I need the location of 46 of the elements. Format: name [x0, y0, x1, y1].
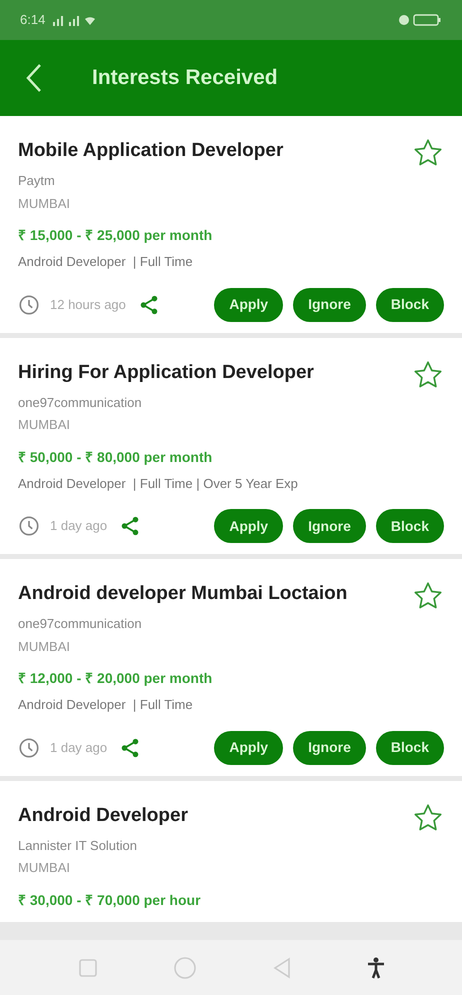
action-button[interactable]: Apply: [214, 509, 284, 543]
battery-icon: [398, 14, 442, 26]
clock-icon: [18, 736, 40, 758]
job-tags: Android Developer | Full Time | Over 5 Year Exp: [18, 474, 444, 493]
job-tags: Android Developer | Full Time: [18, 695, 444, 714]
salary-range: ₹ 15,000 - ₹ 25,000 per month: [18, 226, 214, 245]
star-icon[interactable]: [412, 358, 444, 390]
salary-range: ₹ 12,000 - ₹ 20,000 per month: [18, 669, 214, 688]
company-name: Paytm: [18, 172, 56, 190]
company-name: Lannister IT Solution: [18, 836, 138, 854]
status-time: 6:14: [20, 11, 46, 30]
job-title: Mobile Application Developer: [18, 139, 284, 163]
action-button[interactable]: Ignore: [293, 730, 366, 764]
signal-icon: [53, 14, 98, 26]
clock-icon: [18, 515, 40, 537]
salary-range: ₹ 30,000 - ₹ 70,000 per hour: [18, 890, 202, 910]
action-button[interactable]: Apply: [214, 288, 284, 322]
posted-time: 1 day ago: [50, 517, 108, 536]
job-title: Android Developer: [18, 804, 188, 828]
action-button[interactable]: Block: [376, 288, 444, 322]
salary-range: ₹ 50,000 - ₹ 80,000 per month: [18, 448, 214, 467]
action-button[interactable]: Block: [376, 730, 444, 764]
job-city: MUMBAI: [18, 859, 71, 877]
action-button[interactable]: Apply: [214, 730, 284, 764]
job-city: MUMBAI: [18, 638, 71, 656]
job-title: Android developer Mumbai Loctaion: [18, 582, 348, 606]
job-city: MUMBAI: [18, 416, 71, 434]
company-name: one97communication: [18, 394, 143, 412]
screen-title: Interests Received: [92, 65, 278, 92]
posted-time: 12 hours ago: [50, 296, 126, 314]
job-card[interactable]: Android developer Mumbai Loctaion one97communication MUMBAI ₹ 12,000 - ₹ 20,000 per month Android Developer | Full Time 1 day ago Apply Ignore Block: [0, 559, 462, 776]
job-card[interactable]: Mobile Application Developer Paytm MUMBAI ₹ 15,000 - ₹ 25,000 per month Android Developer | Full Time 12 hours ago Apply Ignore Block: [0, 116, 462, 332]
job-card[interactable]: Hiring For Application Developer one97communication MUMBAI ₹ 50,000 - ₹ 80,000 per month Android Developer | Full Time | Over 5 Year Exp 1 day ago Apply Ignore Block: [0, 338, 462, 554]
accessibility-icon[interactable]: [366, 956, 384, 978]
job-card[interactable]: Android Developer Lannister IT Solution MUMBAI ₹ 30,000 - ₹ 70,000 per hour: [0, 780, 462, 922]
star-icon[interactable]: [412, 802, 444, 834]
job-title: Hiring For Application Developer: [18, 360, 314, 384]
clock-icon: [18, 294, 40, 316]
job-tags: Android Developer | Full Time: [18, 252, 444, 272]
action-button[interactable]: Ignore: [293, 509, 366, 543]
action-button[interactable]: Ignore: [293, 288, 366, 322]
posted-time: 1 day ago: [50, 738, 108, 757]
back-icon[interactable]: [24, 63, 44, 93]
company-name: one97communication: [18, 615, 143, 633]
action-button[interactable]: Block: [376, 509, 444, 543]
job-city: MUMBAI: [18, 194, 71, 212]
